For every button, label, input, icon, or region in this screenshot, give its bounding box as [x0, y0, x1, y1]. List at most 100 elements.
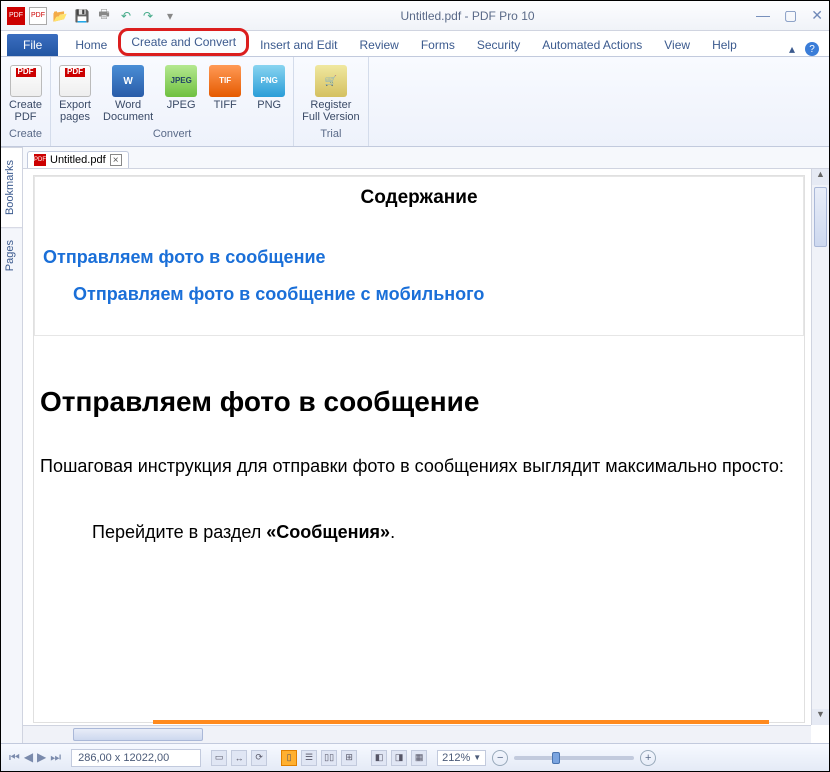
tab-create-and-convert[interactable]: Create and Convert — [118, 28, 249, 56]
file-tab[interactable]: File — [7, 34, 58, 56]
group-trial: 🛒 Register Full Version Trial — [294, 57, 368, 146]
undo-icon[interactable]: ↶ — [117, 7, 135, 25]
toc-link-2[interactable]: Отправляем фото в сообщение с мобильного — [73, 284, 795, 305]
export-pages-icon — [59, 65, 91, 97]
fit-page-icon[interactable]: ▭ — [211, 750, 227, 766]
word-document-label: Word Document — [103, 99, 153, 123]
register-button[interactable]: 🛒 Register Full Version — [302, 61, 359, 123]
zoom-out-icon[interactable]: − — [492, 750, 508, 766]
zoom-controls: 212%▼ − + — [437, 750, 656, 766]
document-tab-label: Untitled.pdf — [50, 154, 106, 166]
qat-customize-icon[interactable]: ▾ — [161, 7, 179, 25]
help-icon[interactable]: ? — [805, 42, 819, 56]
tab-view[interactable]: View — [653, 33, 701, 56]
prev-page-icon[interactable]: ◀ — [24, 750, 33, 765]
continuous-icon[interactable]: ☰ — [301, 750, 317, 766]
save-icon[interactable]: 💾 — [73, 7, 91, 25]
rotate-icon[interactable]: ⟳ — [251, 750, 267, 766]
zoom-slider[interactable] — [514, 756, 634, 760]
fit-width-icon[interactable]: ↔ — [231, 750, 247, 766]
sidetab-pages[interactable]: Pages — [1, 227, 22, 283]
window-title: Untitled.pdf - PDF Pro 10 — [179, 9, 756, 23]
word-document-button[interactable]: W Word Document — [103, 61, 153, 123]
facing-icon[interactable]: ▯▯ — [321, 750, 337, 766]
layout1-icon[interactable]: ◧ — [371, 750, 387, 766]
paragraph: Пошаговая инструкция для отправки фото в… — [40, 448, 798, 486]
chevron-down-icon[interactable]: ▼ — [473, 753, 481, 762]
title-bar: PDF PDF 📂 💾 🖶 ↶ ↷ ▾ Untitled.pdf - PDF P… — [1, 1, 829, 31]
minimize-icon[interactable]: — — [756, 7, 770, 24]
tab-review[interactable]: Review — [348, 33, 409, 56]
ribbon-tabstrip: File Home Create and Convert Insert and … — [1, 31, 829, 57]
first-page-icon[interactable]: ⏮ — [9, 750, 20, 765]
create-pdf-button[interactable]: Create PDF — [9, 61, 42, 123]
layout2-icon[interactable]: ◨ — [391, 750, 407, 766]
print-icon[interactable]: 🖶 — [95, 7, 113, 25]
toc-link-1[interactable]: Отправляем фото в сообщение — [43, 247, 795, 268]
layout3-icon[interactable]: ▦ — [411, 750, 427, 766]
heading-1: Отправляем фото в сообщение — [40, 386, 798, 418]
document-tab[interactable]: PDF Untitled.pdf × — [27, 151, 129, 168]
document-viewport[interactable]: Содержание Отправляем фото в сообщение О… — [23, 169, 829, 743]
tiff-button[interactable]: TIF TIFF — [209, 61, 241, 111]
export-pages-label: Export pages — [59, 99, 91, 123]
maximize-icon[interactable]: ▢ — [784, 7, 797, 24]
tab-forms[interactable]: Forms — [410, 33, 466, 56]
tab-automated-actions[interactable]: Automated Actions — [531, 33, 653, 56]
register-icon: 🛒 — [315, 65, 347, 97]
redo-icon[interactable]: ↷ — [139, 7, 157, 25]
group-create: Create PDF Create — [1, 57, 51, 146]
status-bar: ⏮ ◀ ▶ ⏭ 286,00 x 12022,00 ▭ ↔ ⟳ ▯ ☰ ▯▯ ⊞… — [1, 743, 829, 771]
horizontal-scrollbar[interactable] — [23, 725, 811, 743]
tab-home[interactable]: Home — [64, 33, 118, 56]
close-icon[interactable]: ✕ — [811, 7, 823, 24]
export-pages-button[interactable]: Export pages — [59, 61, 91, 123]
jpeg-icon: JPEG — [165, 65, 197, 97]
jpeg-button[interactable]: JPEG JPEG — [165, 61, 197, 111]
view-mode-icons: ▭ ↔ ⟳ ▯ ☰ ▯▯ ⊞ ◧ ◨ ▦ — [211, 750, 427, 766]
pdf-doc-icon[interactable]: PDF — [29, 7, 47, 25]
tab-security[interactable]: Security — [466, 33, 531, 56]
open-icon[interactable]: 📂 — [51, 7, 69, 25]
ribbon-panel: Create PDF Create Export pages W Word Do… — [1, 57, 829, 147]
ribbon-minimize-icon[interactable]: ▴ — [789, 42, 795, 56]
continuous-facing-icon[interactable]: ⊞ — [341, 750, 357, 766]
tab-help[interactable]: Help — [701, 33, 748, 56]
sidetab-bookmarks[interactable]: Bookmarks — [1, 147, 22, 227]
vertical-scrollbar[interactable]: ▲ ▼ — [811, 169, 829, 725]
group-trial-label: Trial — [320, 126, 341, 142]
page: Содержание Отправляем фото в сообщение О… — [33, 175, 805, 723]
pdf-icon — [10, 65, 42, 97]
thumbnail-strip — [153, 720, 769, 724]
toc-box: Содержание Отправляем фото в сообщение О… — [34, 176, 804, 336]
tab-close-icon[interactable]: × — [110, 154, 122, 166]
step-pre: Перейдите в раздел — [92, 522, 266, 542]
step-1: Перейдите в раздел «Сообщения». — [92, 522, 798, 543]
coordinates-readout: 286,00 x 12022,00 — [71, 749, 201, 767]
zoom-value[interactable]: 212%▼ — [437, 750, 486, 766]
scroll-up-icon[interactable]: ▲ — [812, 169, 829, 185]
png-icon: PNG — [253, 65, 285, 97]
jpeg-label: JPEG — [167, 99, 196, 111]
register-label: Register Full Version — [302, 99, 359, 123]
group-create-label: Create — [9, 126, 42, 142]
window-controls: — ▢ ✕ — [756, 7, 823, 24]
zoom-in-icon[interactable]: + — [640, 750, 656, 766]
create-pdf-label: Create PDF — [9, 99, 42, 123]
next-page-icon[interactable]: ▶ — [37, 750, 46, 765]
zoom-slider-knob[interactable] — [552, 752, 560, 764]
vscroll-thumb[interactable] — [814, 187, 827, 247]
tab-insert-and-edit[interactable]: Insert and Edit — [249, 33, 348, 56]
last-page-icon[interactable]: ⏭ — [50, 750, 61, 765]
document-area: PDF Untitled.pdf × Содержание Отправляем… — [23, 147, 829, 743]
page-nav: ⏮ ◀ ▶ ⏭ — [9, 750, 61, 765]
hscroll-thumb[interactable] — [73, 728, 203, 741]
single-page-icon[interactable]: ▯ — [281, 750, 297, 766]
scroll-down-icon[interactable]: ▼ — [812, 709, 829, 725]
png-button[interactable]: PNG PNG — [253, 61, 285, 111]
step-bold: «Сообщения» — [266, 522, 390, 542]
tiff-label: TIFF — [214, 99, 237, 111]
pdf-app-icon[interactable]: PDF — [7, 7, 25, 25]
png-label: PNG — [257, 99, 281, 111]
work-area: Bookmarks Pages PDF Untitled.pdf × Содер… — [1, 147, 829, 743]
